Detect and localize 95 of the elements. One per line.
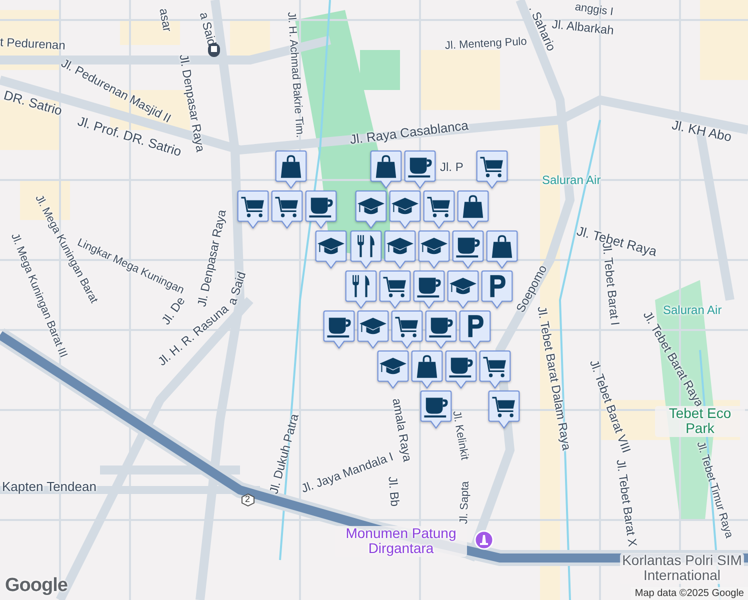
map-marker[interactable] (237, 190, 269, 229)
map-marker[interactable] (350, 230, 382, 269)
map-marker[interactable] (305, 190, 337, 229)
coffee-cup-icon (424, 398, 448, 418)
shopping-cart-icon (492, 396, 515, 418)
place-label: Monumen Patung Dirgantara (335, 526, 467, 557)
map-marker[interactable] (486, 230, 518, 269)
coffee-cup-icon (429, 318, 453, 338)
map-marker[interactable] (275, 150, 307, 189)
map-marker[interactable] (370, 150, 402, 189)
map-marker[interactable] (425, 310, 457, 349)
graduation-cap-icon (380, 358, 406, 374)
street-label: t Pedurenan (0, 36, 66, 53)
street-label: Jl. Tebet Barat VIII (586, 358, 633, 455)
coffee-cup-icon (309, 198, 333, 218)
street-label: asar (156, 7, 174, 33)
graduation-cap-icon (358, 198, 384, 214)
map-marker[interactable] (476, 150, 508, 189)
street-label: Jl. De (160, 294, 188, 328)
shopping-cart-icon (427, 196, 450, 218)
map-marker[interactable] (452, 230, 484, 269)
map-marker[interactable] (323, 310, 355, 349)
route-shield-icon (241, 493, 255, 507)
street-label: DR. Satrio (2, 88, 64, 119)
shopping-cart-icon (275, 196, 298, 218)
street-label: anggis I (574, 1, 614, 18)
google-logo: Google (5, 575, 68, 597)
map-marker[interactable] (271, 190, 303, 229)
coffee-cup-icon (449, 358, 473, 378)
map-marker[interactable] (404, 150, 436, 189)
waterway-label: Saluran Air (542, 174, 601, 188)
map-marker[interactable] (357, 310, 389, 349)
parking-icon (490, 275, 506, 298)
graduation-cap-icon (420, 238, 448, 254)
map-marker[interactable] (384, 230, 416, 269)
map-marker[interactable] (481, 270, 513, 309)
map-marker[interactable] (418, 230, 450, 269)
street-label: Jl. Tebet Timur Raya (694, 440, 736, 540)
street-label: Jl. Menteng Pulo (444, 36, 528, 52)
street-label: Jl. Kelinkit (450, 410, 471, 461)
graduation-cap-icon (392, 198, 418, 214)
map-marker[interactable] (488, 390, 520, 429)
street-label: Jl. Tebet Barat X (613, 458, 639, 548)
coffee-cup-icon (327, 318, 351, 338)
street-label: Jl. Albarkah (551, 18, 614, 38)
street-label: Jl. Sapta (458, 481, 472, 524)
map-marker[interactable] (413, 270, 445, 309)
street-label: Jl. Dukuh Patra (268, 412, 302, 496)
fork-knife-icon (358, 235, 374, 258)
parking-icon (468, 315, 484, 338)
map-marker[interactable] (315, 230, 347, 269)
graduation-cap-icon (386, 238, 414, 254)
map-marker[interactable] (411, 350, 443, 389)
graduation-cap-icon (450, 278, 476, 294)
graduation-cap-icon (360, 318, 386, 334)
place-label: Korlantas Polri SIM International (620, 553, 744, 584)
shopping-bag-icon (462, 195, 484, 218)
shopping-cart-icon (241, 196, 264, 218)
waterway-label: Saluran Air (663, 304, 722, 318)
street-label: Jl. KH Abo (670, 118, 733, 145)
shopping-bag-icon (492, 235, 512, 258)
street-label: Jl. H. Achmad Bakrie Tim. (284, 12, 306, 138)
coffee-cup-icon (408, 158, 432, 178)
shopping-cart-icon (395, 316, 418, 338)
map-marker[interactable] (379, 270, 411, 309)
map-marker[interactable] (420, 390, 452, 429)
map-marker[interactable] (459, 310, 491, 349)
map-marker[interactable] (445, 350, 477, 389)
route-number: 2 (245, 494, 250, 504)
shopping-bag-icon (376, 155, 396, 178)
shopping-cart-icon (383, 276, 406, 298)
map-marker[interactable] (377, 350, 409, 389)
park-label: Tebet Eco Park (655, 406, 745, 437)
street-label: Jl. Bb (386, 476, 402, 508)
street-label: Jl. Raya Casablanca (349, 118, 470, 148)
shopping-bag-icon (280, 155, 302, 178)
map-marker[interactable] (345, 270, 377, 309)
shopping-cart-icon (483, 356, 506, 378)
coffee-cup-icon (456, 238, 480, 258)
shopping-cart-icon (480, 156, 503, 178)
map-marker[interactable] (355, 190, 387, 229)
monument-icon (474, 530, 494, 550)
map-marker[interactable] (389, 190, 421, 229)
map-marker[interactable] (447, 270, 479, 309)
shopping-bag-icon (416, 355, 438, 378)
map-marker[interactable] (457, 190, 489, 229)
street-label: Jl. P (440, 161, 464, 174)
graduation-cap-icon (318, 238, 344, 254)
street-label: a Said (196, 10, 218, 48)
map-marker[interactable] (391, 310, 423, 349)
fork-knife-icon (352, 275, 370, 298)
map-marker[interactable] (423, 190, 455, 229)
map-marker[interactable] (479, 350, 511, 389)
street-label: Kapten Tendean (2, 480, 96, 494)
coffee-cup-icon (417, 278, 441, 298)
